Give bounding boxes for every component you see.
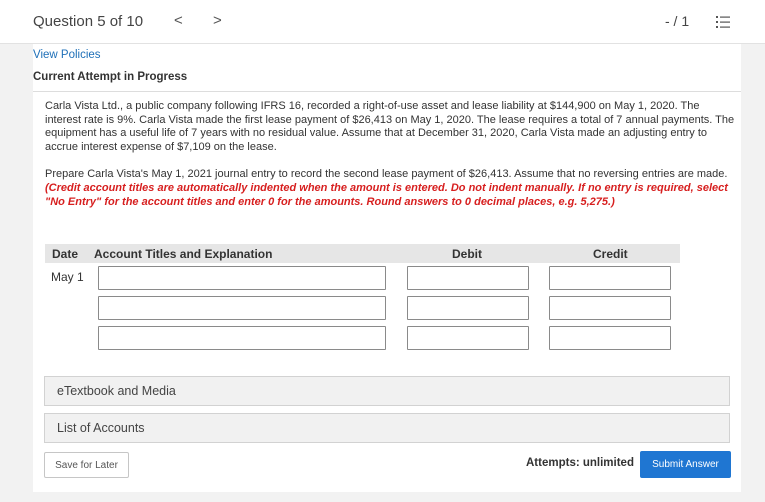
- header-date: Date: [52, 247, 79, 261]
- chevron-left-icon[interactable]: <: [174, 12, 183, 29]
- top-bar: Question 5 of 10 < > - / 1: [0, 0, 765, 44]
- question-list-icon[interactable]: [716, 15, 730, 29]
- score-display: - / 1: [665, 13, 690, 29]
- header-credit: Credit: [593, 247, 628, 261]
- question-counter: Question 5 of 10: [33, 13, 144, 30]
- chevron-right-icon[interactable]: >: [213, 12, 222, 29]
- submit-answer-button[interactable]: Submit Answer: [640, 451, 731, 478]
- debit-input-2[interactable]: [407, 296, 529, 320]
- credit-input-3[interactable]: [549, 326, 671, 350]
- header-debit: Debit: [452, 247, 482, 261]
- divider: [33, 91, 741, 92]
- entry-date: May 1: [51, 270, 84, 284]
- header-account: Account Titles and Explanation: [94, 247, 273, 261]
- credit-input-1[interactable]: [549, 266, 671, 290]
- debit-input-3[interactable]: [407, 326, 529, 350]
- question-instructions: (Credit account titles are automatically…: [45, 181, 728, 208]
- question-paragraph-2: Prepare Carla Vista's May 1, 2021 journa…: [45, 168, 735, 209]
- account-title-input-3[interactable]: [98, 326, 386, 350]
- question-paragraph-1: Carla Vista Ltd., a public company follo…: [45, 100, 735, 153]
- debit-input-1[interactable]: [407, 266, 529, 290]
- etextbook-media-section[interactable]: eTextbook and Media: [44, 376, 730, 406]
- account-title-input-1[interactable]: [98, 266, 386, 290]
- list-of-accounts-section[interactable]: List of Accounts: [44, 413, 730, 443]
- question-prompt: Prepare Carla Vista's May 1, 2021 journa…: [45, 168, 728, 181]
- credit-input-2[interactable]: [549, 296, 671, 320]
- question-panel: View Policies Current Attempt in Progres…: [33, 44, 741, 492]
- question-text: Carla Vista Ltd., a public company follo…: [45, 100, 735, 209]
- attempt-status: Current Attempt in Progress: [33, 71, 188, 83]
- attempts-info: Attempts: unlimited: [526, 457, 634, 469]
- journal-table-header: Date Account Titles and Explanation Debi…: [45, 244, 680, 263]
- save-for-later-button[interactable]: Save for Later: [44, 452, 129, 478]
- account-title-input-2[interactable]: [98, 296, 386, 320]
- view-policies-link[interactable]: View Policies: [33, 49, 101, 61]
